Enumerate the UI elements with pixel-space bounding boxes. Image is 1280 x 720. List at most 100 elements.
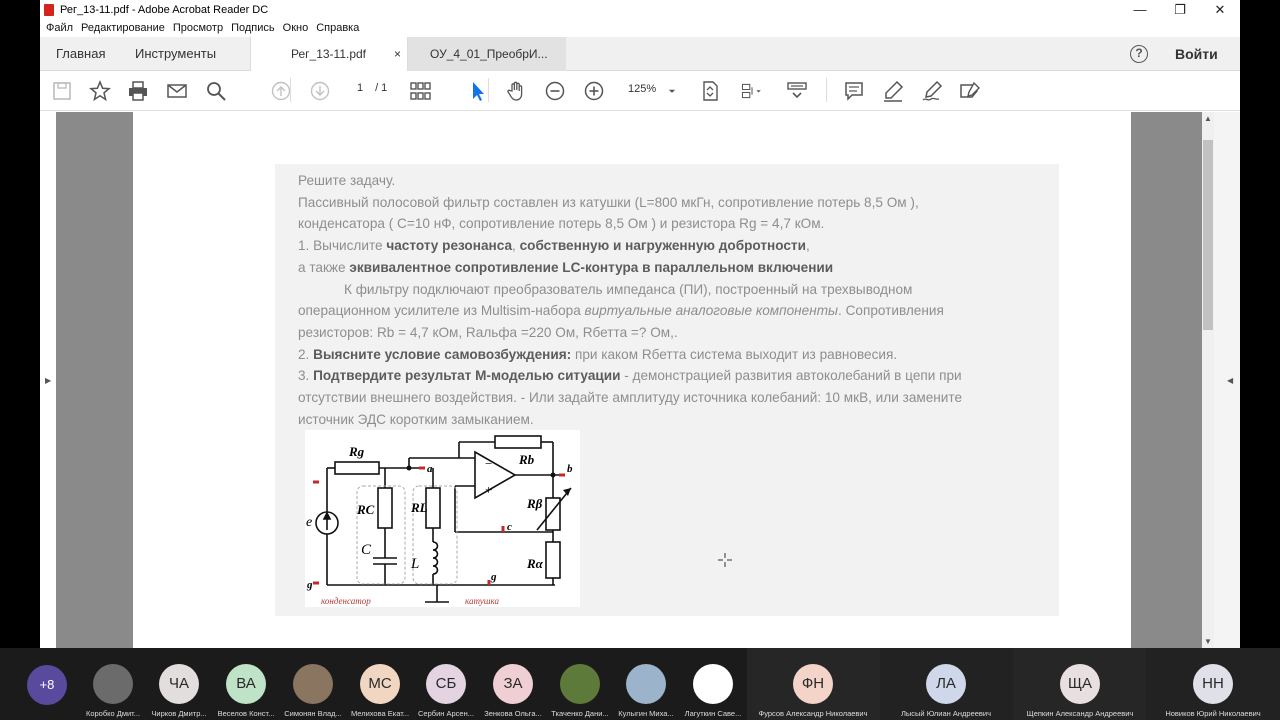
label-node-g: g bbox=[306, 579, 313, 591]
participant-name: Новиков Юрий Николаевич bbox=[1165, 709, 1261, 718]
menu-window[interactable]: Окно bbox=[283, 20, 309, 37]
page-number-input[interactable]: 1 bbox=[348, 82, 372, 94]
participant-avatar[interactable]: СБ bbox=[426, 664, 466, 704]
scroll-up-icon[interactable]: ▲ bbox=[1202, 114, 1214, 123]
question-1: 1. Вычислите частоту резонанса, собствен… bbox=[298, 235, 1058, 257]
menu-view[interactable]: Просмотр bbox=[173, 20, 223, 37]
participant-avatar[interactable]: ЧА bbox=[159, 664, 199, 704]
tab-document-2[interactable]: ОУ_4_01_ПреобрИ... bbox=[408, 37, 566, 71]
participant-name: Чирков Дмитр... bbox=[151, 709, 207, 718]
acrobat-logo-icon bbox=[44, 4, 54, 16]
tab-home[interactable]: Главная bbox=[56, 37, 105, 71]
text-span: 2. bbox=[298, 346, 314, 362]
menu-edit[interactable]: Редактирование bbox=[81, 20, 165, 37]
participant-avatar[interactable]: ВА bbox=[226, 664, 266, 704]
task-text: Решите задачу. Пассивный полосовой фильт… bbox=[298, 170, 1058, 430]
help-icon[interactable]: ? bbox=[1130, 45, 1148, 63]
email-icon[interactable] bbox=[165, 79, 189, 103]
scroll-mode-icon[interactable] bbox=[737, 79, 767, 103]
circuit-diagram: − + Rg Rb RC RL Rβ Rα C L e a b c g g ко… bbox=[305, 430, 580, 607]
question-3: 3. Подтвердите результат М-моделью ситуа… bbox=[298, 365, 1058, 387]
participant-avatar[interactable]: ЛА bbox=[926, 664, 966, 704]
document-viewport[interactable]: Решите задачу. Пассивный полосовой фильт… bbox=[40, 112, 1240, 648]
participant-avatar[interactable] bbox=[693, 664, 733, 704]
scrollbar-thumb[interactable] bbox=[1203, 140, 1213, 330]
paragraph-2: К фильтру подключают преобразователь имп… bbox=[344, 281, 913, 297]
participant-name: Веселов Конст... bbox=[217, 709, 275, 718]
text-span: , bbox=[805, 238, 810, 254]
vertical-scrollbar[interactable]: ▲ ▼ bbox=[1202, 112, 1214, 648]
expand-right-panel-icon[interactable]: ◀ bbox=[1227, 376, 1233, 385]
page-navigator: 1 / 1 bbox=[348, 82, 387, 94]
participant-name: Сербин Арсен... bbox=[418, 709, 474, 718]
save-icon[interactable] bbox=[50, 79, 74, 103]
sign-pen-icon[interactable] bbox=[920, 79, 944, 103]
zoom-dropdown-chevron-down-icon[interactable] bbox=[665, 79, 679, 103]
text-span: , bbox=[512, 238, 520, 254]
participant-name: Фурсов Александр Николаевич bbox=[758, 709, 868, 718]
maximize-button[interactable]: ❐ bbox=[1160, 0, 1200, 20]
caption-coil: катушка bbox=[465, 596, 500, 606]
text-span: . Сопротивления bbox=[838, 303, 944, 319]
participant-avatar[interactable]: МС bbox=[360, 664, 400, 704]
zoom-in-icon[interactable] bbox=[582, 79, 606, 103]
page-thumbnails-icon[interactable] bbox=[408, 79, 432, 103]
menu-file[interactable]: Файл bbox=[46, 20, 73, 37]
acrobat-window: Рег_13-11.pdf - Adobe Acrobat Reader DC … bbox=[40, 0, 1240, 648]
caption-capacitor: конденсатор bbox=[321, 596, 371, 606]
select-cursor-icon[interactable] bbox=[466, 79, 490, 103]
pdf-page: Решите задачу. Пассивный полосовой фильт… bbox=[133, 112, 1131, 648]
label-l: L bbox=[410, 556, 419, 572]
fit-page-icon[interactable] bbox=[698, 79, 722, 103]
participant-avatar[interactable]: ФН bbox=[793, 664, 833, 704]
participant-avatar[interactable] bbox=[626, 664, 666, 704]
text-italic: виртуальные аналоговые компоненты bbox=[584, 303, 839, 319]
label-rl: RL bbox=[410, 500, 428, 515]
minimize-button[interactable]: — bbox=[1120, 0, 1160, 20]
label-rc: RC bbox=[356, 502, 375, 517]
toolbar-separator bbox=[290, 78, 291, 102]
participant-avatar[interactable]: НН bbox=[1193, 664, 1233, 704]
tab-document-1-label: Рег_13-11.pdf bbox=[291, 47, 367, 61]
label-e: e bbox=[306, 515, 312, 530]
menu-sign[interactable]: Подпись bbox=[231, 20, 275, 37]
search-icon[interactable] bbox=[204, 79, 228, 103]
tab-tools[interactable]: Инструменты bbox=[135, 37, 216, 71]
hand-tool-icon[interactable] bbox=[504, 79, 528, 103]
zoom-level-input[interactable]: 125% bbox=[628, 83, 656, 95]
more-participants-button[interactable]: +8 bbox=[27, 665, 67, 705]
participant-avatar[interactable] bbox=[293, 664, 333, 704]
participant-name: Щепкин Александр Андреевич bbox=[1026, 709, 1134, 718]
text-span: 1. Вычислите bbox=[298, 238, 387, 254]
next-page-icon[interactable] bbox=[308, 79, 332, 103]
participant-name: Ткаченко Дани... bbox=[551, 709, 609, 718]
highlight-pen-icon[interactable] bbox=[881, 79, 905, 103]
close-window-button[interactable]: ✕ bbox=[1200, 0, 1240, 20]
label-node-c: c bbox=[507, 521, 512, 533]
fill-sign-tag-icon[interactable] bbox=[958, 79, 982, 103]
participant-avatar[interactable] bbox=[560, 664, 600, 704]
participant-name: Симонян Влад... bbox=[284, 709, 342, 718]
sign-in-button[interactable]: Войти bbox=[1175, 37, 1218, 71]
participant-name: Кулыгин Миха... bbox=[618, 709, 674, 718]
window-controls: — ❐ ✕ bbox=[1120, 0, 1240, 20]
label-node-g: g bbox=[490, 571, 497, 583]
participant-name: Зенкова Ольга... bbox=[484, 709, 542, 718]
participant-avatar[interactable]: ЗА bbox=[493, 664, 533, 704]
participant-avatar[interactable]: ЩА bbox=[1060, 664, 1100, 704]
menu-help[interactable]: Справка bbox=[316, 20, 359, 37]
close-tab-icon[interactable]: × bbox=[394, 37, 401, 71]
scroll-down-icon[interactable]: ▼ bbox=[1202, 637, 1214, 646]
print-icon[interactable] bbox=[126, 79, 150, 103]
participant-avatar[interactable] bbox=[93, 664, 133, 704]
paragraph-2-line: резисторов: Rb = 4,7 кОм, Rальфа =220 Ом… bbox=[298, 324, 678, 340]
tab-document-1[interactable]: Рег_13-11.pdf × bbox=[250, 37, 408, 71]
label-rbeta: Rβ bbox=[526, 496, 543, 511]
bookmark-star-icon[interactable] bbox=[88, 79, 112, 103]
expand-left-panel-icon[interactable]: ▶ bbox=[45, 376, 51, 385]
zoom-out-icon[interactable] bbox=[543, 79, 567, 103]
label-c: C bbox=[361, 542, 372, 558]
read-mode-icon[interactable] bbox=[785, 79, 809, 103]
page-total: / 1 bbox=[375, 82, 388, 94]
comment-icon[interactable] bbox=[842, 79, 866, 103]
